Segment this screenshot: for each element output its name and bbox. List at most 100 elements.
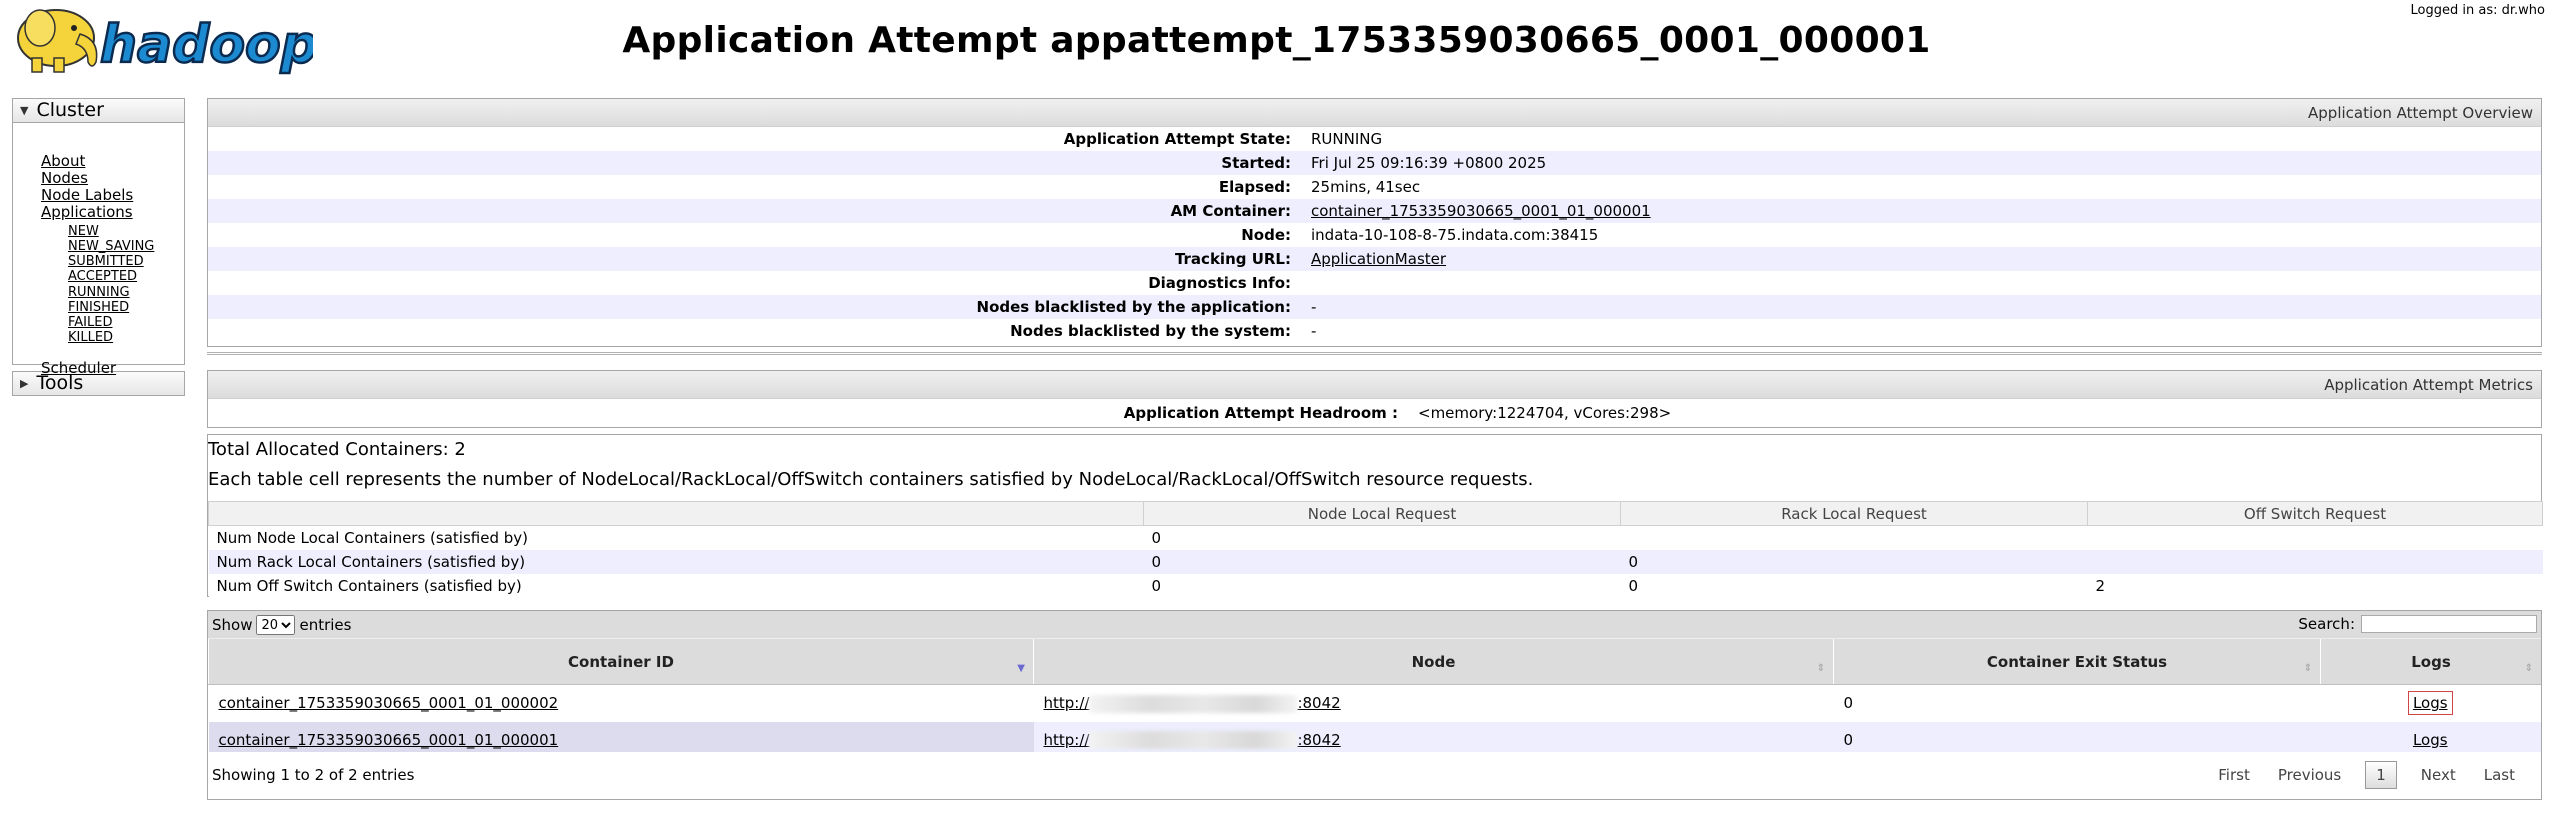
allocation-box: Total Allocated Containers: 2 Each table… [207, 434, 2543, 598]
overview-caption: Application Attempt Overview [208, 99, 2541, 127]
page-current-button[interactable]: 1 [2365, 761, 2397, 789]
sort-both-icon: ⇕ [1816, 663, 1825, 674]
nav-state-failed[interactable]: FAILED [68, 315, 112, 330]
overview-key: AM Container: [1170, 202, 1291, 220]
triangle-right-icon: ▶ [20, 377, 29, 390]
metrics-box: Application Attempt Metrics Application … [207, 370, 2542, 428]
headroom-key: Application Attempt Headroom : [1123, 404, 1398, 422]
request-header-node-local: Node Local Request [1143, 501, 1621, 526]
nav-state-accepted[interactable]: ACCEPTED [68, 269, 137, 284]
search-input[interactable] [2361, 615, 2537, 633]
nav-link-about[interactable]: About [41, 153, 85, 170]
container-id-link[interactable]: container_1753359030665_0001_01_000002 [219, 694, 559, 712]
am-container-link[interactable]: container_1753359030665_0001_01_000001 [1311, 202, 1651, 220]
overview-row: Elapsed: 25mins, 41sec [208, 175, 2541, 199]
request-row-label: Num Off Switch Containers (satisfied by) [208, 573, 1144, 598]
nav-cluster-panel: About Nodes Node Labels Applications NEW… [12, 123, 185, 377]
allocation-description: Each table cell represents the number of… [208, 469, 1534, 490]
overview-key: Application Attempt State: [1063, 130, 1291, 148]
nav-cluster-header[interactable]: ▼ Cluster [12, 98, 185, 123]
containers-table-wrapper: Show 20 entries Search: Container ID ▼ N… [207, 610, 2542, 800]
overview-row: Nodes blacklisted by the application: - [208, 295, 2541, 319]
node-link-prefix: http:// [1043, 730, 1090, 749]
overview-value: - [1311, 298, 1317, 316]
request-row: Num Node Local Containers (satisfied by)… [208, 525, 2543, 550]
overview-key: Node: [1241, 226, 1291, 244]
nav-state-submitted[interactable]: SUBMITTED [68, 254, 144, 269]
request-row: Num Rack Local Containers (satisfied by)… [208, 549, 2543, 574]
request-header-blank [208, 501, 1144, 526]
overview-value: 25mins, 41sec [1311, 178, 1421, 196]
node-link[interactable]: http://:8042 [1043, 730, 1341, 750]
total-allocated-text: Total Allocated Containers: 2 [208, 439, 466, 460]
left-nav: ▼ Cluster About Nodes Node Labels Applic… [12, 98, 185, 396]
sort-both-icon: ⇕ [2303, 663, 2312, 674]
column-header-label: Container ID [568, 652, 674, 671]
page-first-button[interactable]: First [2204, 762, 2264, 788]
column-header-logs[interactable]: Logs ⇕ [2320, 638, 2541, 685]
request-header-off-switch: Off Switch Request [2087, 501, 2543, 526]
column-header-label: Logs [2411, 652, 2451, 671]
logs-link[interactable]: Logs [2413, 731, 2448, 749]
request-row: Num Off Switch Containers (satisfied by)… [208, 573, 2543, 598]
request-cell: 0 [1143, 549, 1621, 574]
request-cell: 0 [1143, 573, 1621, 598]
request-table: Node Local Request Rack Local Request Of… [208, 501, 2543, 598]
nav-state-running[interactable]: RUNNING [68, 285, 130, 300]
overview-key: Elapsed: [1218, 178, 1291, 196]
nav-state-killed[interactable]: KILLED [68, 330, 113, 345]
node-link[interactable]: http:// :8042 [1043, 694, 1341, 713]
datatable-footer: Showing 1 to 2 of 2 entries First Previo… [208, 752, 2541, 799]
request-row-label: Num Rack Local Containers (satisfied by) [208, 549, 1144, 574]
page-length-control: Show 20 entries [212, 615, 351, 635]
column-header-container-id[interactable]: Container ID ▼ [208, 638, 1034, 685]
overview-value: - [1311, 322, 1317, 340]
nav-state-new[interactable]: NEW [68, 224, 99, 239]
node-link-prefix: http:// [1043, 694, 1090, 712]
overview-value: RUNNING [1311, 130, 1383, 148]
request-cell: 0 [1620, 549, 2088, 574]
sort-desc-icon: ▼ [1017, 663, 1025, 674]
exit-status-cell: 0 [1833, 684, 2321, 722]
page-length-select[interactable]: 20 [256, 615, 296, 635]
page-title: Application Attempt appattempt_175335903… [622, 20, 1931, 61]
table-info-text: Showing 1 to 2 of 2 entries [212, 766, 415, 784]
overview-value [1301, 271, 2541, 295]
overview-value: indata-10-108-8-75.indata.com:38415 [1311, 226, 1599, 244]
request-cell: 0 [1143, 525, 1621, 550]
overview-row: Node: indata-10-108-8-75.indata.com:3841… [208, 223, 2541, 247]
node-link-suffix: :8042 [1297, 694, 1341, 712]
column-header-label: Node [1411, 652, 1456, 671]
tracking-url-link[interactable]: ApplicationMaster [1311, 250, 1446, 268]
logs-link[interactable]: Logs [2407, 691, 2453, 716]
request-cell: 0 [1620, 573, 2088, 598]
overview-row: Tracking URL: ApplicationMaster [208, 247, 2541, 271]
overview-box: Application Attempt Overview Application… [207, 98, 2542, 347]
nav-state-new-saving[interactable]: NEW_SAVING [68, 239, 154, 254]
column-header-node[interactable]: Node ⇕ [1033, 638, 1834, 685]
nav-link-node-labels[interactable]: Node Labels [41, 187, 133, 204]
overview-row: Nodes blacklisted by the system: - [208, 319, 2541, 343]
table-row: container_1753359030665_0001_01_000002 h… [208, 684, 2541, 722]
nav-link-applications[interactable]: Applications [41, 204, 133, 221]
nav-link-nodes[interactable]: Nodes [41, 170, 88, 187]
page-next-button[interactable]: Next [2407, 762, 2470, 788]
column-header-exit-status[interactable]: Container Exit Status ⇕ [1833, 638, 2321, 685]
nav-state-finished[interactable]: FINISHED [68, 300, 129, 315]
overview-key: Diagnostics Info: [1148, 274, 1291, 292]
page-last-button[interactable]: Last [2470, 762, 2529, 788]
overview-key: Nodes blacklisted by the system: [1010, 322, 1291, 340]
redacted-host [1089, 731, 1298, 750]
redacted-host [1089, 694, 1298, 713]
pagination: First Previous 1 Next Last [2204, 761, 2529, 789]
request-cell [2087, 549, 2543, 574]
overview-key: Nodes blacklisted by the application: [976, 298, 1291, 316]
overview-key: Tracking URL: [1174, 250, 1291, 268]
nav-link-scheduler[interactable]: Scheduler [41, 360, 116, 377]
sort-both-icon: ⇕ [2524, 663, 2533, 674]
overview-row: Diagnostics Info: [208, 271, 2541, 295]
header: hadoop Application Attempt appattempt_17… [0, 0, 2553, 90]
container-id-link[interactable]: container_1753359030665_0001_01_000001 [219, 731, 559, 749]
request-cell [2087, 525, 2543, 550]
page-previous-button[interactable]: Previous [2264, 762, 2355, 788]
